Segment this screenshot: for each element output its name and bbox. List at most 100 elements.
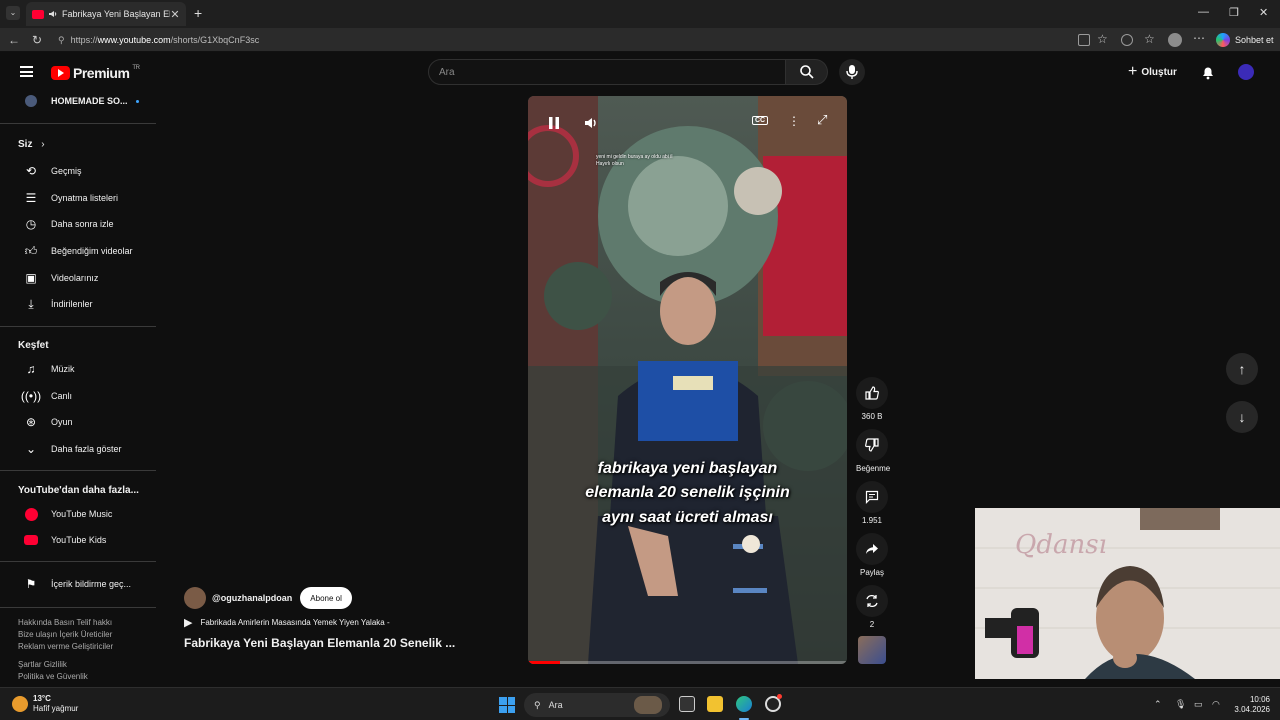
footer-links[interactable]: Hakkında Basın Telif hakkı [18,617,148,629]
search-input[interactable]: Ara [428,59,786,85]
remix-icon [856,585,888,617]
channel-avatar[interactable] [184,587,206,609]
clock-icon: ◷ [25,217,37,231]
favorites-icon[interactable]: ☆ [1144,32,1155,46]
sidebar-item-youtube-music[interactable]: YouTube Music [0,502,156,526]
account-avatar[interactable] [1238,64,1254,80]
display-icon[interactable]: ▭ [1194,699,1203,710]
pause-icon[interactable] [548,116,560,130]
reload-icon[interactable]: ↻ [32,33,42,47]
tab-title: Fabrikaya Yeni Başlayan Elem... [62,9,170,19]
playlist-link[interactable]: ▶ Fabrikada Amirlerin Masasında Yemek Yi… [184,616,390,629]
notification-dot-icon [777,694,782,699]
sidebar-item-youtube-kids[interactable]: YouTube Kids [0,528,156,552]
captions-cc-icon[interactable]: CC [752,116,769,125]
sidebar-item-playlists[interactable]: ☰ Oynatma listeleri [0,186,156,210]
weather-condition: Hafif yağmur [33,704,79,713]
new-tab-button[interactable]: + [194,5,202,21]
create-button[interactable]: + Oluştur [1128,63,1177,81]
restore-icon[interactable]: ❐ [1229,6,1239,19]
sidebar-item-liked-videos[interactable]: 👍︎ Beğendiğim videolar [0,239,156,263]
sidebar-item-gaming[interactable]: ⊛ Oyun [0,410,156,434]
extension-icon[interactable] [1121,34,1133,46]
caption-line: aynı saat ücreti alması [602,509,773,526]
sidebar-item-account[interactable]: HOMEMADE SO... [0,89,156,113]
close-window-icon[interactable]: ✕ [1259,6,1268,19]
weather-widget[interactable]: 13°C Hafif yağmur [12,694,78,714]
shorts-video-player[interactable]: yeni mi geldin buraya ay oldu abi il Hay… [528,96,847,664]
tab-actions-icon[interactable]: ⌄ [6,6,20,20]
share-button[interactable]: Paylaş [856,533,888,577]
favorite-star-icon[interactable]: ☆ [1097,32,1108,46]
channel-handle[interactable]: @oguzhanalpdoan [212,593,292,603]
section-header-you[interactable]: Siz › [18,139,45,150]
next-short-button[interactable]: ↓ [1226,401,1258,433]
playlist-label: Fabrikada Amirlerin Masasında Yemek Yiye… [200,618,390,627]
sound-thumbnail[interactable] [858,636,886,664]
arrow-down-icon: ↓ [1238,409,1246,425]
copilot-chat-button[interactable]: Sohbet et [1216,32,1274,48]
comments-button[interactable]: 1.951 [856,481,888,525]
like-button[interactable]: 360 B [856,377,888,421]
microphone-icon[interactable]: 🎙︎ [1175,699,1186,710]
more-menu-icon[interactable]: ⋯ [1193,31,1205,45]
divider [0,607,156,608]
sidebar-item-your-videos[interactable]: ▣ Videolarınız [0,266,156,290]
sidebar-item-music[interactable]: ♫ Müzik [0,357,156,381]
sidebar-item-report-history[interactable]: ⚑ İçerik bildirme geç... [0,572,156,596]
footer-links[interactable]: Şartlar Gizlilik [18,659,148,671]
dislike-button[interactable]: Beğenme [856,429,891,473]
sidebar-item-history[interactable]: ⟲ Geçmiş [0,159,156,183]
notifications-bell-icon[interactable] [1200,64,1216,80]
thumb-up-icon [856,377,888,409]
remix-button[interactable]: 2 [856,585,888,629]
url-field[interactable]: ⚲ https://www.youtube.com/shorts/G1XbqCn… [58,32,1058,48]
play-icon: ▶ [184,617,193,629]
volume-icon[interactable] [584,116,600,130]
system-clock[interactable]: 10:06 3.04.2026 [1226,695,1270,715]
windows-start-icon[interactable] [499,697,515,713]
voice-search-button[interactable] [839,59,865,85]
file-explorer-icon[interactable] [707,696,723,712]
sidebar-item-label: Oynatma listeleri [51,193,119,203]
site-info-icon[interactable]: ⚲ [58,35,65,46]
flag-icon: ⚑ [25,577,37,591]
browser-tab[interactable]: Fabrikaya Yeni Başlayan Elem... ✕ [26,2,186,26]
show-hidden-icons-icon[interactable]: ⌃ [1154,699,1162,710]
footer-links[interactable]: Politika ve Güvenlik [18,671,148,683]
wifi-icon[interactable]: ◠ [1212,699,1220,710]
profile-icon[interactable] [1168,33,1182,47]
footer-links[interactable]: Reklam verme Geliştiriciler [18,641,148,653]
sidebar-item-downloads[interactable]: ⤓ İndirilenler [0,292,156,316]
sidebar-item-label: Oyun [51,417,73,427]
search-button[interactable] [786,59,828,85]
video-progress-bar[interactable] [528,661,847,664]
youtube-logo[interactable]: Premium TR [51,65,140,81]
address-bar: ← ↻ ⚲ https://www.youtube.com/shorts/G1X… [0,28,1280,52]
youtube-kids-icon [19,535,43,545]
sidebar-item-show-more[interactable]: ⌄ Daha fazla göster [0,437,156,461]
sidebar-item-live[interactable]: ((•)) Canlı [0,384,156,408]
fullscreen-icon[interactable]: ⤢ [817,112,827,128]
subscribe-button[interactable]: Abone ol [300,587,352,609]
taskbar-search[interactable]: ⚲ Ara [524,693,670,717]
footer-links[interactable]: Bize ulaşın İçerik Üreticiler [18,629,148,641]
sidebar-item-label: YouTube Kids [51,535,107,545]
more-options-icon[interactable]: ⋮ [788,114,800,128]
back-icon[interactable]: ← [8,33,20,47]
speaker-icon[interactable] [48,9,58,19]
your-videos-icon: ▣ [25,271,37,285]
minimize-icon[interactable]: — [1198,6,1209,18]
menu-icon[interactable] [20,66,33,77]
read-aloud-icon[interactable] [1078,34,1090,46]
dislike-label: Beğenme [856,464,891,473]
video-title[interactable]: Fabrikaya Yeni Başlayan Elemanla 20 Sene… [184,636,455,650]
edge-browser-icon[interactable] [736,696,752,712]
previous-short-button[interactable]: ↑ [1226,353,1258,385]
sidebar-item-watch-later[interactable]: ◷ Daha sonra izle [0,212,156,236]
task-view-icon[interactable] [679,696,695,712]
youtube-masthead: Premium TR Ara + Oluştur [0,52,1280,92]
windows-taskbar: 13°C Hafif yağmur ⚲ Ara ⌃ 🎙︎ ▭ ◠ 10:06 3… [0,687,1280,720]
search-label: Ara [548,700,563,710]
close-tab-icon[interactable]: ✕ [170,8,180,21]
